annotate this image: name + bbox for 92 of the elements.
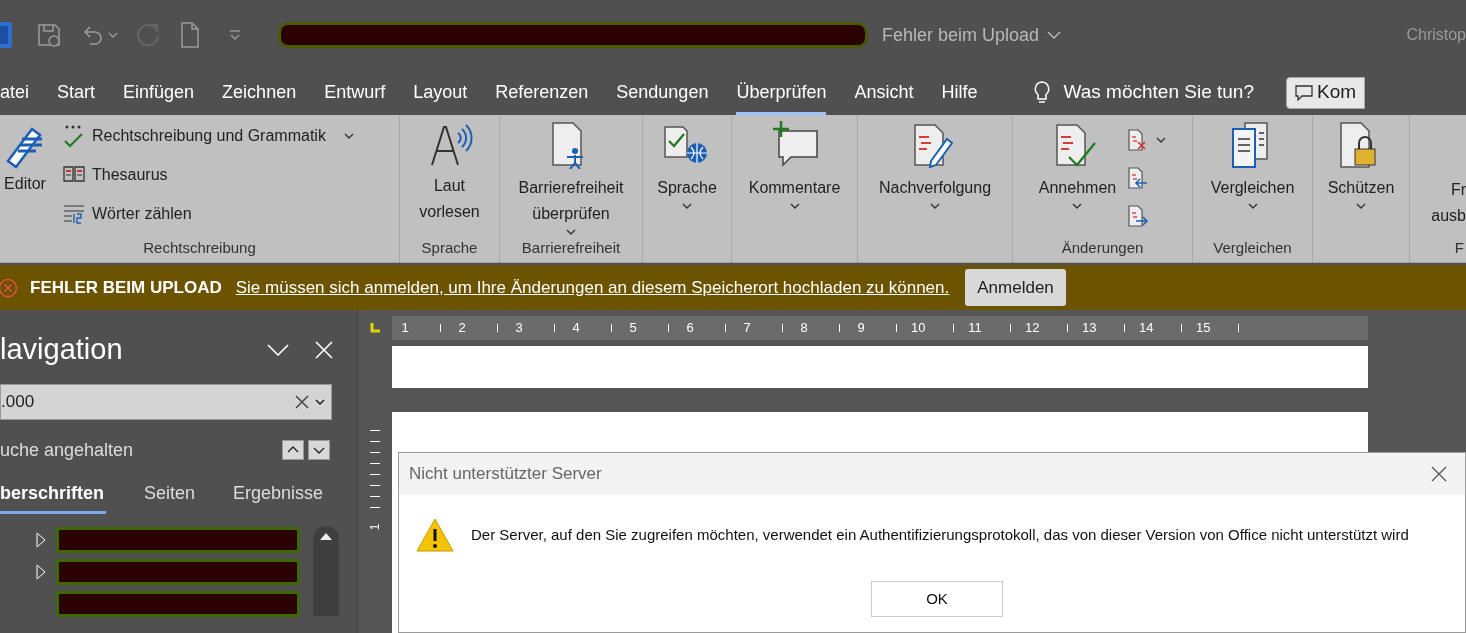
ribbon-button[interactable]: Thesaurus	[62, 160, 354, 189]
ruler-number: 1	[400, 319, 410, 338]
caret-icon[interactable]	[315, 399, 325, 405]
dialog-title: Nicht unterstützter Server	[409, 463, 602, 486]
ribbon-tab[interactable]: Zeichnen	[222, 70, 297, 115]
caret-icon	[343, 132, 354, 139]
ruler-number: 13	[1082, 319, 1096, 338]
pane-tab[interactable]: Ergebnisse	[233, 476, 324, 514]
sign-in-button[interactable]: Anmelden	[965, 269, 1066, 306]
ribbon-tab[interactable]: atei	[0, 70, 30, 115]
ribbon-button[interactable]: Kommentare	[748, 121, 841, 209]
ribbon-button[interactable]: Vergleichen	[1210, 121, 1295, 209]
tell-me-field[interactable]: Was möchten Sie tun?	[1063, 78, 1254, 107]
ruler-number: 7	[742, 319, 752, 338]
scrollbar[interactable]	[313, 526, 339, 616]
ruler-number: 6	[685, 319, 695, 338]
ruler-number: 9	[856, 319, 866, 338]
comment-plus-icon	[770, 121, 819, 169]
ribbon-button[interactable]: Nachverfolgung	[878, 121, 992, 209]
ruler-number: 3	[514, 319, 524, 338]
expand-icon[interactable]	[36, 532, 46, 548]
ribbon-button[interactable]: Wörter zählen	[62, 199, 354, 228]
caret-icon	[1247, 203, 1258, 209]
group-label: Barrierefreiheit	[521, 239, 621, 256]
ruler-number: 5	[628, 319, 638, 338]
document-title[interactable]: Fehler beim Upload	[882, 21, 1062, 49]
comments-button[interactable]: Kom	[1285, 76, 1366, 109]
ribbon-button[interactable]: Editor	[2, 121, 48, 197]
ruler-number: 2	[457, 319, 467, 338]
group-label: Änderungen	[1061, 239, 1144, 256]
caret-icon	[930, 203, 940, 209]
ribbon-button[interactable]: Barrierefreiheit überprüfen	[507, 121, 635, 235]
customize-icon[interactable]	[228, 29, 242, 41]
list-numbers-icon	[62, 202, 86, 225]
caret-icon	[1356, 203, 1366, 209]
pane-title: lavigation	[0, 332, 123, 368]
ribbon-tab[interactable]: Einfügen	[123, 70, 195, 115]
ribbon-tab[interactable]: Start	[57, 70, 96, 115]
ruler-number: 12	[1025, 319, 1039, 338]
ok-button[interactable]: OK	[871, 581, 1003, 617]
pane-tab[interactable]: berschriften	[0, 476, 107, 514]
sign-in-link[interactable]: Sie müssen sich anmelden, um Ihre Änderungen an diesem Speicherort hochladen zu können.	[235, 274, 950, 301]
group-label: Sprache	[421, 239, 478, 256]
caret-icon	[682, 203, 692, 209]
ribbon-tab[interactable]: Sendungen	[616, 70, 709, 115]
ruler-number: 11	[968, 319, 982, 338]
search-status: uche angehalten	[0, 438, 134, 462]
caret-icon	[108, 32, 118, 38]
ruler-number: 15	[1196, 319, 1210, 338]
ribbon-button[interactable]: Annehmen	[1038, 121, 1117, 209]
ruler-number: 14	[1139, 319, 1153, 338]
caret-icon	[789, 203, 800, 209]
group-label: Vergleichen	[1213, 239, 1292, 256]
caret-icon	[1156, 137, 1167, 143]
expand-icon[interactable]	[36, 564, 46, 580]
ruler-number: 10	[911, 319, 925, 338]
save-sync-icon[interactable]	[36, 22, 62, 48]
ribbon-tab[interactable]: Layout	[413, 70, 468, 115]
ribbon-tab[interactable]: Hilfe	[941, 70, 978, 115]
error-icon	[0, 277, 18, 298]
ruler-number: 8	[799, 319, 809, 338]
close-icon[interactable]	[1431, 466, 1447, 482]
caret-icon	[1072, 203, 1083, 209]
ribbon-button[interactable]: Schützen	[1327, 121, 1395, 209]
ribbon-tab[interactable]: Entwurf	[324, 70, 386, 115]
chevron-down-icon[interactable]	[267, 344, 289, 356]
ribbon-tab[interactable]: Ansicht	[854, 70, 914, 115]
ribbon-tab[interactable]: Referenzen	[495, 70, 589, 115]
ribbon-button[interactable]: Laut vorlesen	[414, 121, 485, 225]
document-right-arrow-icon	[1126, 204, 1151, 228]
dialog-message: Der Server, auf den Sie zugreifen möchten, verwendet ein Authentifizierungsprotokoll, das von dieser Version von Office nicht unterstützt wird	[471, 524, 1409, 545]
ribbon-button[interactable]: Sprache	[657, 121, 717, 209]
ribbon-button[interactable]: Rechtschreibung und Grammatik	[62, 121, 354, 150]
pane-tab[interactable]: Seiten	[144, 476, 196, 514]
search-field[interactable]: .000	[0, 384, 332, 420]
horizontal-ruler[interactable]: 1 2 3 4 5 6 7 8 9 10 11 12 13 14 15	[392, 316, 1368, 340]
group-label: F	[1454, 239, 1464, 256]
caret-icon	[1047, 31, 1062, 39]
group-label: Rechtschreibung	[143, 239, 256, 256]
ruler-number: 4	[571, 319, 581, 338]
vertical-ruler[interactable]: 1	[358, 340, 392, 633]
ruler-number: 1	[367, 523, 383, 531]
tab-stop-icon[interactable]	[370, 323, 380, 333]
comment-icon	[1294, 84, 1313, 101]
error-title: FEHLER BEIM UPLOAD	[30, 276, 222, 299]
previous-result-icon[interactable]	[282, 440, 304, 460]
new-document-icon[interactable]	[180, 22, 200, 48]
next-result-icon[interactable]	[308, 440, 330, 460]
caret-icon	[566, 229, 576, 235]
ribbon-button[interactable]: Fr ausb	[1426, 177, 1466, 229]
warning-icon	[415, 517, 455, 553]
clear-icon[interactable]	[295, 395, 309, 409]
